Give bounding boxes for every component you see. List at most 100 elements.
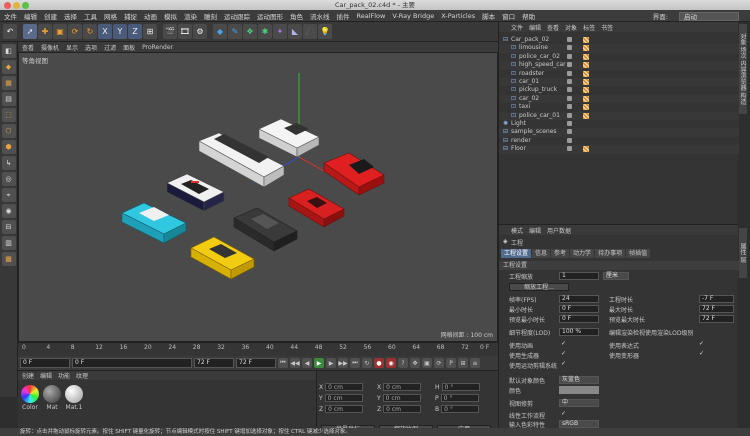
coord-field[interactable]: 0 ° <box>441 405 480 413</box>
record-icon[interactable]: ● <box>374 358 384 368</box>
material-tag-icon[interactable] <box>583 37 589 43</box>
start-frame-field[interactable]: 0 F <box>20 358 70 368</box>
visibility-toggle[interactable] <box>567 53 572 59</box>
menu-item[interactable]: 运动图形 <box>257 11 283 21</box>
menu-item[interactable]: 网格 <box>104 11 117 21</box>
recent-tool-icon[interactable]: ↻ <box>83 24 97 39</box>
scale-unit-select[interactable]: 厘米 <box>603 272 629 280</box>
use-animation-checkbox[interactable]: ✓ <box>561 341 567 347</box>
object-menu-item[interactable]: 查看 <box>547 23 559 32</box>
next-key-icon[interactable]: ▶▶ <box>338 358 348 368</box>
viewport-menu-item[interactable]: 显示 <box>66 43 78 52</box>
menu-item[interactable]: 脚本 <box>482 11 495 21</box>
material-tag-icon[interactable] <box>583 95 589 102</box>
coord-field[interactable]: 0 cm <box>383 383 422 391</box>
menu-item[interactable]: 捕捉 <box>124 11 137 21</box>
rotate-icon[interactable]: ⟳ <box>68 24 82 39</box>
object-row[interactable]: ⊡ car_02 <box>499 94 739 104</box>
viewport[interactable]: 等角视图 网格间距: 100 cm <box>18 52 498 342</box>
coord-system-icon[interactable]: ⊞ <box>143 24 157 39</box>
coord-field[interactable]: 0 ° <box>441 383 480 391</box>
scale-project-button[interactable]: 缩放工程... <box>509 283 569 291</box>
material-swatch[interactable]: Color <box>20 385 40 411</box>
visibility-toggle[interactable] <box>567 121 572 126</box>
attribute-tab[interactable]: 工程设置 <box>501 249 532 258</box>
render-settings-icon[interactable]: ⚙ <box>193 24 207 39</box>
planar-workplane-icon[interactable]: ▥ <box>1 236 16 250</box>
grid-key-icon[interactable]: ⊞ <box>458 358 468 368</box>
viewport-menu-item[interactable]: 查看 <box>22 43 34 52</box>
go-to-end-icon[interactable]: ⏭ <box>350 358 360 368</box>
menu-item[interactable]: 帮助 <box>522 11 535 21</box>
make-editable-icon[interactable]: ◧ <box>1 44 16 58</box>
layers-icon[interactable]: ▩ <box>1 252 16 266</box>
attribute-menu-item[interactable]: 用户数据 <box>547 226 571 235</box>
keyframe-selection-icon[interactable]: ? <box>398 358 408 368</box>
attribute-tab[interactable]: 信息 <box>532 249 551 258</box>
visibility-toggle[interactable] <box>567 62 572 68</box>
cloner-icon[interactable]: ✱ <box>258 24 272 39</box>
lock-workplane-icon[interactable]: ⊟ <box>1 220 16 234</box>
render-view-icon[interactable]: 🎬 <box>163 24 177 39</box>
menu-item[interactable]: 窗口 <box>502 11 515 21</box>
move-icon[interactable]: ✚ <box>38 24 52 39</box>
scale-key-icon[interactable]: ▣ <box>422 358 432 368</box>
visibility-toggle[interactable] <box>567 146 572 152</box>
next-frame-icon[interactable]: ▶ <box>326 358 336 368</box>
object-row[interactable]: ⊡ police_car_01 <box>499 111 739 120</box>
workplane-icon[interactable]: ▤ <box>1 92 16 106</box>
object-menu-item[interactable]: 编辑 <box>529 23 541 32</box>
menu-item[interactable]: 文件 <box>4 11 17 21</box>
material-menu-item[interactable]: 纹理 <box>76 371 88 380</box>
scale-field[interactable]: 1 <box>559 272 599 280</box>
coord-field[interactable]: 0 cm <box>325 383 364 391</box>
view-clipping-select[interactable]: 中 <box>559 399 599 407</box>
preview-min-field[interactable]: 0 F <box>559 315 599 323</box>
object-row[interactable]: ✺ Light <box>499 120 739 129</box>
menu-item[interactable]: 编辑 <box>24 11 37 21</box>
menu-item[interactable]: 流水线 <box>310 11 330 21</box>
menu-item[interactable]: 插件 <box>337 11 350 21</box>
visibility-toggle[interactable] <box>567 37 572 42</box>
section-project-settings[interactable]: 工程设置 <box>499 261 739 270</box>
menu-item[interactable]: 雕刻 <box>204 11 217 21</box>
attribute-tab[interactable]: 参考 <box>551 249 570 258</box>
visibility-toggle[interactable] <box>567 129 572 135</box>
camera-icon[interactable]: 🎥 <box>303 24 317 39</box>
close-window-button[interactable] <box>4 2 11 9</box>
menu-item[interactable]: 角色 <box>290 11 303 21</box>
object-row[interactable]: ⊡ pickup_truck <box>499 86 739 95</box>
layout-select[interactable]: 启动 <box>679 11 739 21</box>
object-row[interactable]: ⊟ Car_pack_02 <box>499 36 739 45</box>
position-key-icon[interactable]: ✥ <box>410 358 420 368</box>
material-tag-icon[interactable] <box>583 53 589 60</box>
viewport-menu-item[interactable]: 过滤 <box>104 43 116 52</box>
visibility-toggle[interactable] <box>567 95 572 101</box>
coord-field[interactable]: 0 cm <box>325 405 364 413</box>
object-menu-item[interactable]: 对象 <box>565 23 577 32</box>
texture-mode-icon[interactable]: ▦ <box>1 76 16 90</box>
menu-item[interactable]: 渲染 <box>184 11 197 21</box>
material-tag-icon[interactable] <box>583 87 589 94</box>
coord-field[interactable]: 0 cm <box>324 394 363 402</box>
object-row[interactable]: ⊡ car_01 <box>499 78 739 87</box>
menu-item[interactable]: 工具 <box>84 11 97 21</box>
loop-icon[interactable]: ↻ <box>362 358 372 368</box>
light-icon[interactable]: 💡 <box>318 24 332 39</box>
axis-y-icon[interactable]: Y <box>113 24 127 39</box>
material-swatch[interactable]: Mat.1 <box>64 385 84 411</box>
visibility-toggle[interactable] <box>567 87 572 93</box>
material-tag-icon[interactable] <box>583 45 589 52</box>
input-color-select[interactable]: sRGB <box>559 420 599 428</box>
use-motion-checkbox[interactable]: ✓ <box>561 361 567 367</box>
play-icon[interactable]: ▶ <box>314 358 324 368</box>
viewport-menu-item[interactable]: ProRender <box>142 44 173 51</box>
coord-field[interactable]: 0 cm <box>383 405 422 413</box>
object-row[interactable]: ⊡ limousine <box>499 44 739 53</box>
visibility-toggle[interactable] <box>567 104 572 110</box>
prev-frame-icon[interactable]: ◀ <box>302 358 312 368</box>
menu-item[interactable]: 创建 <box>44 11 57 21</box>
preview-end-field[interactable]: 72 F <box>236 358 276 368</box>
material-swatch[interactable]: Mat <box>42 385 62 411</box>
side-tab-attributes[interactable]: 属性 层 <box>739 228 747 278</box>
